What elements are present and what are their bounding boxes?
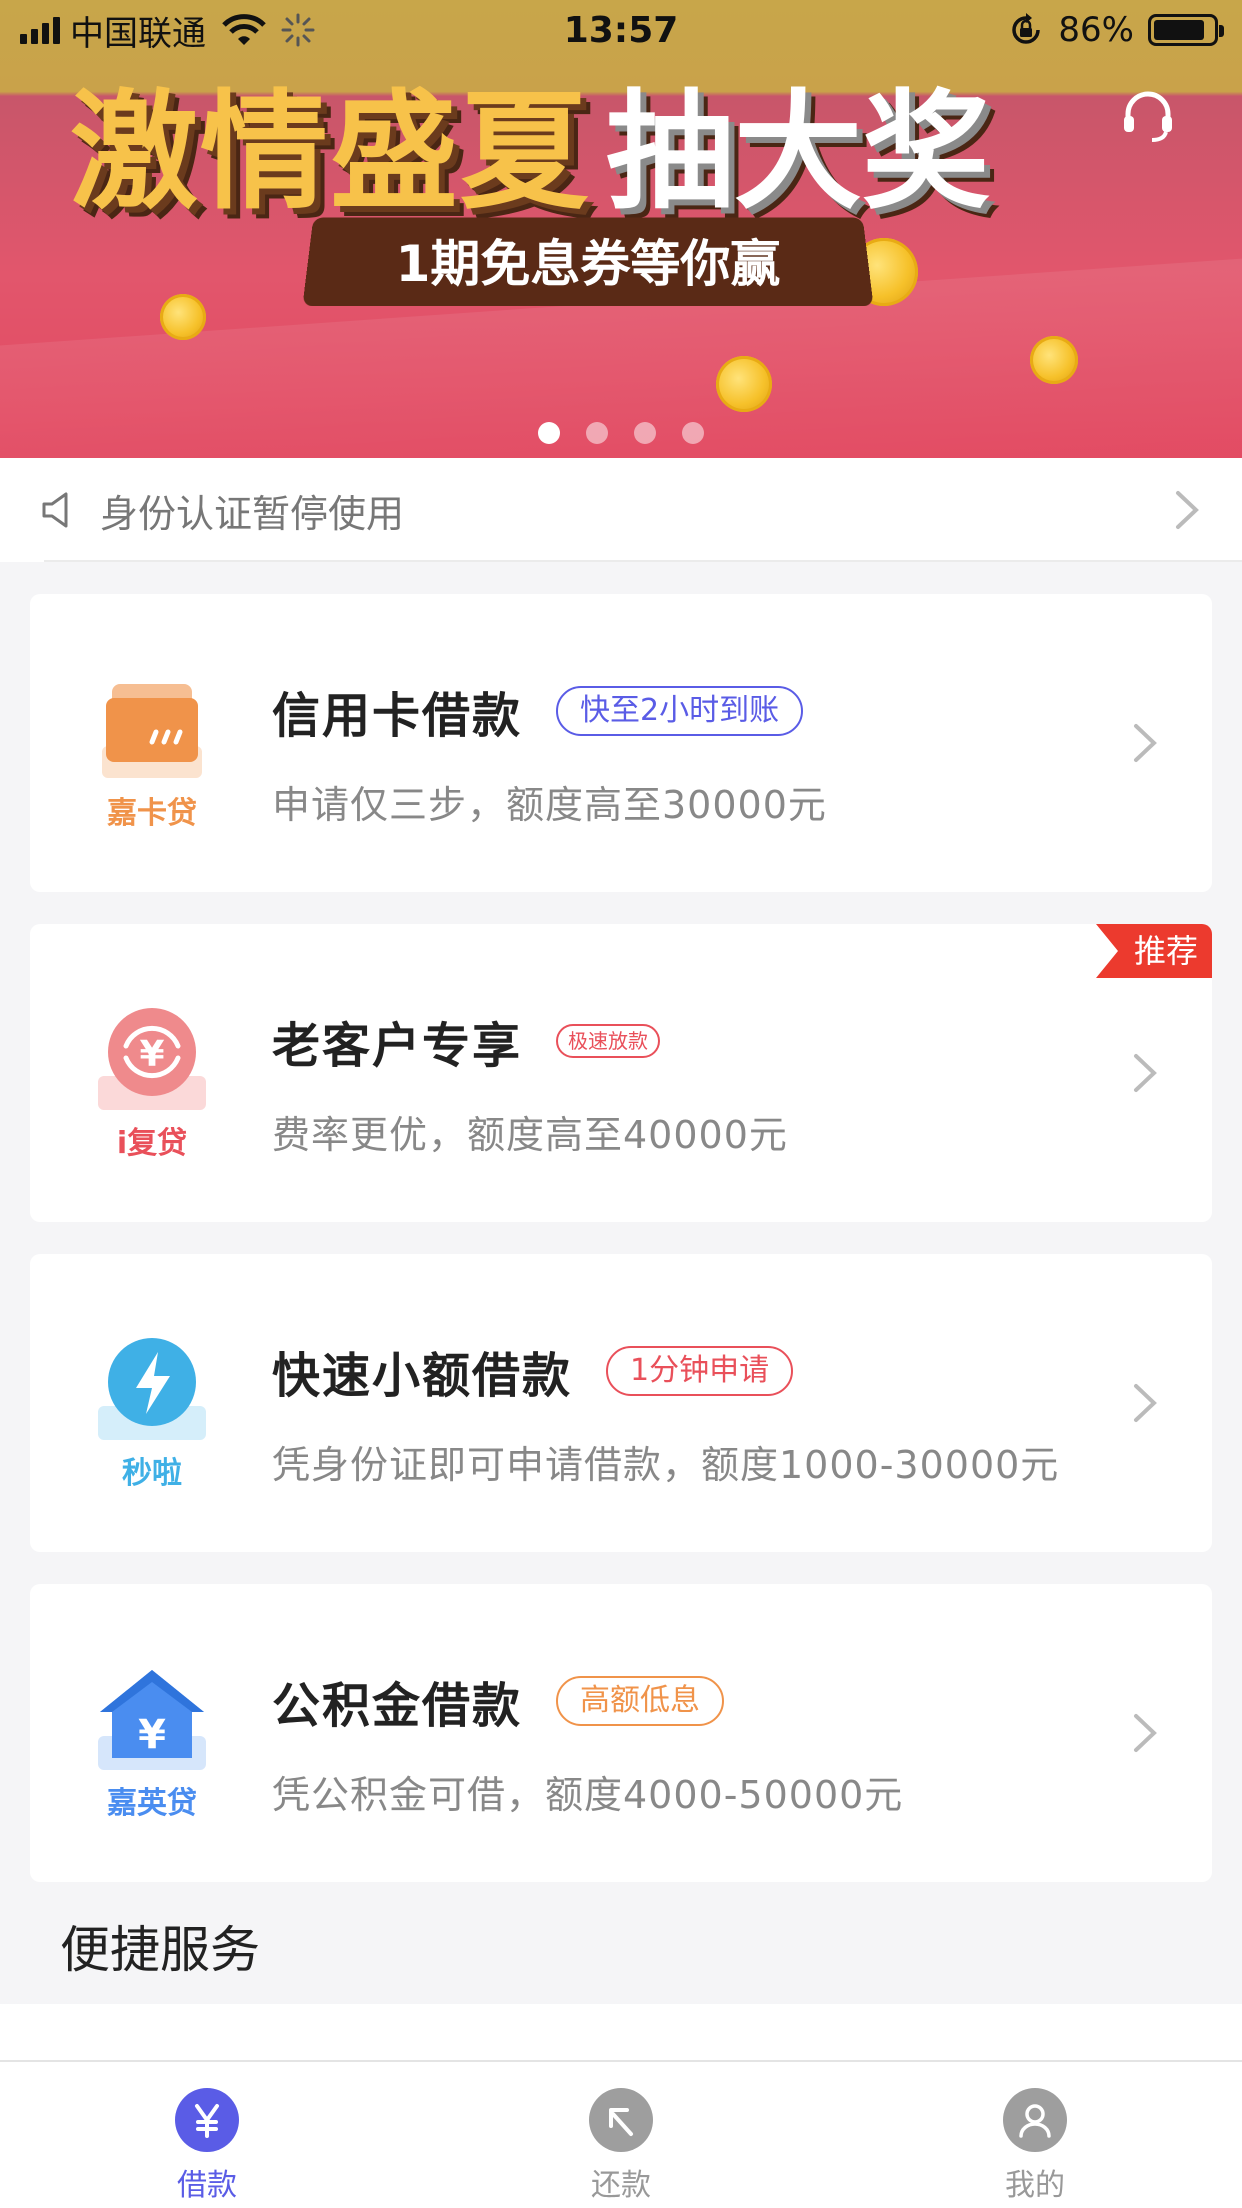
product-logo-label: 嘉英贷 <box>107 1786 197 1821</box>
yuan-icon <box>175 2088 239 2152</box>
loan-card-returning-customer[interactable]: 推荐 ¥ i复贷 老客户专享 极速放款 费率更优，额度高至40000元 <box>30 924 1212 1222</box>
product-logo: ¥ 嘉英贷 <box>92 1666 212 1821</box>
product-logo-label: 嘉卡贷 <box>107 796 197 831</box>
battery-icon <box>1148 14 1224 46</box>
coin-icon <box>160 294 206 340</box>
person-icon <box>1003 2088 1067 2152</box>
card-title: 信用卡借款 <box>272 688 523 744</box>
tab-mine[interactable]: 我的 <box>828 2062 1242 2208</box>
product-logo-label: 秒啦 <box>122 1456 182 1491</box>
card-description: 凭公积金可借，额度4000-50000元 <box>272 1773 904 1817</box>
product-logo: ¥ i复贷 <box>92 1006 212 1161</box>
section-title-convenient-services: 便捷服务 <box>60 1921 260 1979</box>
carousel-dot[interactable] <box>586 422 608 444</box>
battery-percent: 86% <box>1058 10 1134 50</box>
house-yuan-icon: ¥ <box>98 1670 206 1770</box>
card-tag: 1分钟申请 <box>606 1346 794 1396</box>
card-title: 快速小额借款 <box>272 1348 573 1404</box>
carousel-dot[interactable] <box>682 422 704 444</box>
product-logo: 秒啦 <box>92 1336 212 1491</box>
svg-text:¥: ¥ <box>138 1712 166 1758</box>
orientation-lock-icon <box>1012 13 1041 44</box>
loan-card-quick-small[interactable]: 秒啦 快速小额借款 1分钟申请 凭身份证即可申请借款，额度1000-30000元 <box>30 1254 1212 1552</box>
loan-card-housing-fund[interactable]: ¥ 嘉英贷 公积金借款 高额低息 凭公积金可借，额度4000-50000元 <box>30 1584 1212 1882</box>
banner-title-part1: 激情盛夏 <box>70 77 591 227</box>
tab-borrow[interactable]: 借款 <box>0 2062 414 2208</box>
card-description: 申请仅三步，额度高至30000元 <box>272 783 827 827</box>
coin-icon <box>1030 336 1078 384</box>
bottom-tab-bar: 借款 还款 我的 <box>0 2060 1242 2208</box>
banner-title-part2: 抽大奖 <box>606 77 991 227</box>
product-logo: 嘉卡贷 <box>92 676 212 831</box>
card-tag: 极速放款 <box>556 1024 661 1058</box>
chevron-right-icon <box>1134 1054 1157 1092</box>
carousel-dot[interactable] <box>634 422 656 444</box>
banner-title: 激情盛夏 抽大奖 <box>70 60 1170 227</box>
status-bar: 中国联通 13:57 86% <box>0 0 1242 60</box>
banner-subtitle: 1期免息券等你赢 <box>395 235 781 293</box>
card-description: 凭身份证即可申请借款，额度1000-30000元 <box>272 1443 1060 1487</box>
chevron-right-icon <box>1134 1384 1157 1422</box>
card-description: 费率更优，额度高至40000元 <box>272 1113 788 1157</box>
svg-text:¥: ¥ <box>139 1034 164 1075</box>
notice-text: 身份认证暂停使用 <box>100 491 405 536</box>
notice-bar[interactable]: 身份认证暂停使用 <box>0 458 1242 562</box>
chevron-right-icon <box>1176 491 1199 529</box>
customer-service-headset-icon[interactable] <box>1118 86 1178 146</box>
tab-label: 还款 <box>591 2168 651 2203</box>
card-title: 公积金借款 <box>272 1678 523 1734</box>
tab-label: 我的 <box>1005 2168 1065 2203</box>
chevron-right-icon <box>1134 1714 1157 1752</box>
carousel-dot[interactable] <box>538 422 560 444</box>
tab-label: 借款 <box>177 2168 237 2203</box>
lightning-icon <box>98 1338 206 1440</box>
tab-repay[interactable]: 还款 <box>414 2062 828 2208</box>
chevron-right-icon <box>1134 724 1157 762</box>
carousel-dots[interactable] <box>0 422 1242 444</box>
card-title: 老客户专享 <box>272 1018 523 1074</box>
return-arrow-icon <box>589 2088 653 2152</box>
promo-banner[interactable]: 激情盛夏 抽大奖 1期免息券等你赢 <box>0 0 1242 458</box>
coin-icon <box>716 356 772 412</box>
loan-card-credit-card[interactable]: 嘉卡贷 信用卡借款 快至2小时到账 申请仅三步，额度高至30000元 <box>30 594 1212 892</box>
services-panel <box>0 2004 1242 2060</box>
card-tag: 高额低息 <box>556 1676 725 1726</box>
speaker-icon <box>42 492 68 528</box>
card-tag: 快至2小时到账 <box>556 686 804 736</box>
recommend-badge: 推荐 <box>1096 924 1212 978</box>
product-logo-label: i复贷 <box>116 1126 188 1161</box>
credit-card-icon <box>102 684 202 778</box>
yuan-refresh-icon: ¥ <box>98 1008 206 1110</box>
